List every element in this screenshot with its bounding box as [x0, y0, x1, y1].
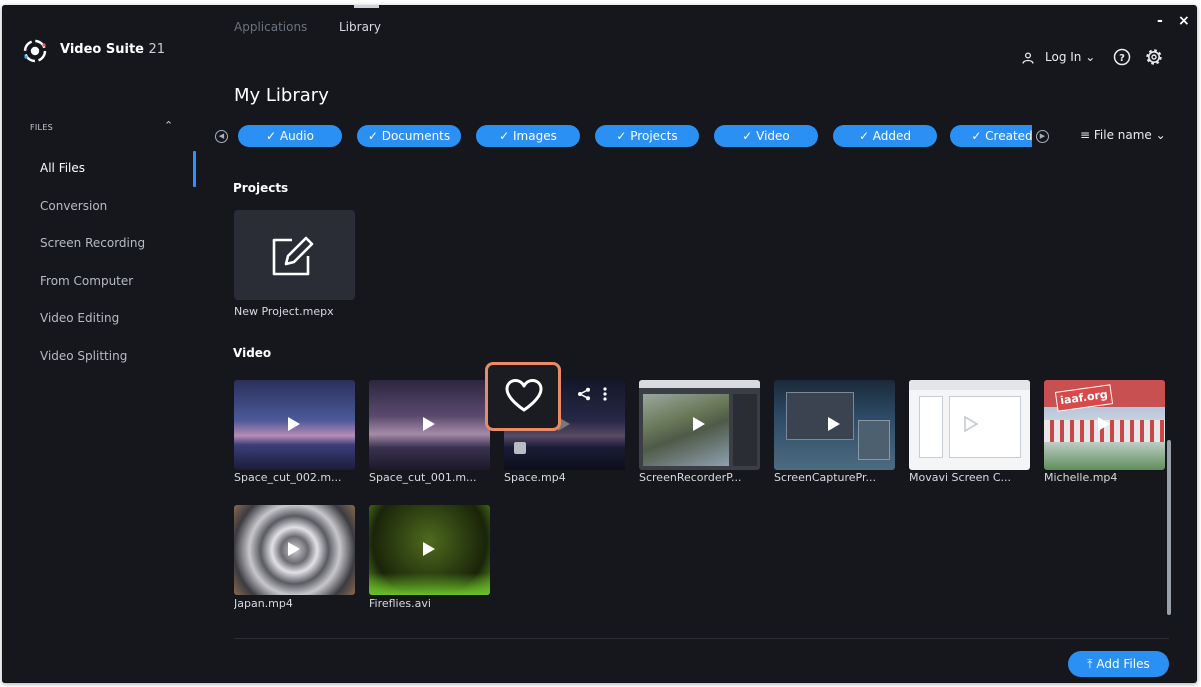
login-label: Log In — [1045, 50, 1082, 64]
play-icon — [964, 415, 979, 433]
video-name: Japan.mp4 — [234, 597, 293, 610]
footer-divider — [234, 638, 1169, 639]
play-icon — [288, 542, 300, 556]
chevron-down-icon: ⌄ — [1151, 128, 1166, 142]
play-icon — [423, 417, 435, 431]
project-tile-new-project[interactable] — [234, 210, 355, 300]
filter-chip-images[interactable]: ✓ Images — [476, 125, 580, 147]
screenshot-titlebar — [639, 380, 760, 388]
video-name: ScreenRecorderP... — [639, 471, 742, 484]
screenshot-window — [949, 396, 1021, 458]
login-button[interactable]: Log In ⌄ — [1045, 50, 1095, 64]
filter-chip-projects[interactable]: ✓ Projects — [595, 125, 699, 147]
chevron-down-icon: ⌄ — [1081, 50, 1096, 64]
edit-project-icon — [272, 236, 314, 276]
screenshot-window — [786, 392, 854, 440]
gear-icon[interactable] — [1144, 47, 1164, 67]
landscape-image — [643, 394, 729, 466]
sidebar-item-conversion[interactable]: Conversion — [40, 199, 107, 213]
video-tile-space-cut-001[interactable] — [369, 380, 490, 470]
project-name: New Project.mepx — [234, 305, 334, 318]
share-icon[interactable] — [577, 387, 591, 401]
filter-chip-documents[interactable]: ✓ Documents — [357, 125, 461, 147]
filter-chip-added[interactable]: ✓ Added — [833, 125, 937, 147]
video-name: ScreenCapturePr... — [774, 471, 876, 484]
screenshot-panel — [919, 396, 943, 458]
glow — [369, 573, 490, 595]
sort-icon: ≡ — [1080, 128, 1094, 142]
filter-chip-strip: ✓ Audio ✓ Documents ✓ Images ✓ Projects … — [2, 5, 1032, 165]
sort-label: File name — [1093, 128, 1152, 142]
help-circle-icon[interactable]: ? — [1113, 48, 1131, 66]
video-name: Movavi Screen C... — [909, 471, 1012, 484]
projects-section-title: Projects — [233, 181, 289, 195]
more-options-icon[interactable] — [602, 387, 608, 401]
video-tile-screen-recorder[interactable] — [639, 380, 760, 470]
filter-chip-audio[interactable]: ✓ Audio — [238, 125, 342, 147]
video-name: Michelle.mp4 — [1044, 471, 1118, 484]
screenshot-toolbar — [909, 380, 1030, 390]
svg-text:?: ? — [1119, 53, 1125, 64]
favorite-button[interactable] — [485, 362, 561, 431]
video-tile-screen-capture[interactable] — [774, 380, 895, 470]
video-name: Fireflies.avi — [369, 597, 431, 610]
video-name: Space.mp4 — [504, 471, 566, 484]
video-name: Space_cut_001.m... — [369, 471, 477, 484]
video-tile-fireflies[interactable] — [369, 505, 490, 595]
play-icon — [423, 542, 435, 556]
video-tile-michelle[interactable]: iaaf.org — [1044, 380, 1165, 470]
filter-chip-video[interactable]: ✓ Video — [714, 125, 818, 147]
filter-chip-created[interactable]: ✓ Created — [950, 125, 1032, 147]
add-files-label: Add Files — [1096, 657, 1150, 671]
sort-dropdown[interactable]: ≡ File name ⌄ — [1080, 128, 1166, 142]
sidebar-item-screen-recording[interactable]: Screen Recording — [40, 236, 145, 250]
sidebar-item-from-computer[interactable]: From Computer — [40, 274, 133, 288]
heart-icon — [505, 379, 543, 412]
play-icon — [828, 417, 840, 431]
filters-scroll-right-button[interactable]: ▶ — [1036, 130, 1049, 143]
add-files-button[interactable]: ⤒ Add Files — [1068, 651, 1169, 677]
video-name: Space_cut_002.m... — [234, 471, 342, 484]
screenshot-window — [858, 420, 890, 460]
video-tile-japan[interactable] — [234, 505, 355, 595]
play-icon — [1098, 417, 1110, 431]
video-tile-space-cut-002[interactable] — [234, 380, 355, 470]
iaaf-banner: iaaf.org — [1054, 384, 1114, 412]
video-section-title: Video — [233, 346, 272, 360]
upload-icon: ⤒ — [1087, 657, 1097, 671]
select-checkbox[interactable] — [514, 442, 526, 454]
app-window: Video Suite 21 FILES ⌃ All Files Convers… — [2, 5, 1197, 683]
sidebar-item-video-editing[interactable]: Video Editing — [40, 311, 119, 325]
minimize-button[interactable]: - — [1157, 13, 1163, 29]
close-button[interactable]: × — [1178, 13, 1190, 29]
screenshot-panel — [733, 394, 757, 466]
video-tile-movavi-screen-capture[interactable] — [909, 380, 1030, 470]
sidebar-item-video-splitting[interactable]: Video Splitting — [40, 349, 127, 363]
scrollbar[interactable] — [1167, 440, 1171, 615]
play-icon — [288, 417, 300, 431]
play-icon — [693, 417, 705, 431]
